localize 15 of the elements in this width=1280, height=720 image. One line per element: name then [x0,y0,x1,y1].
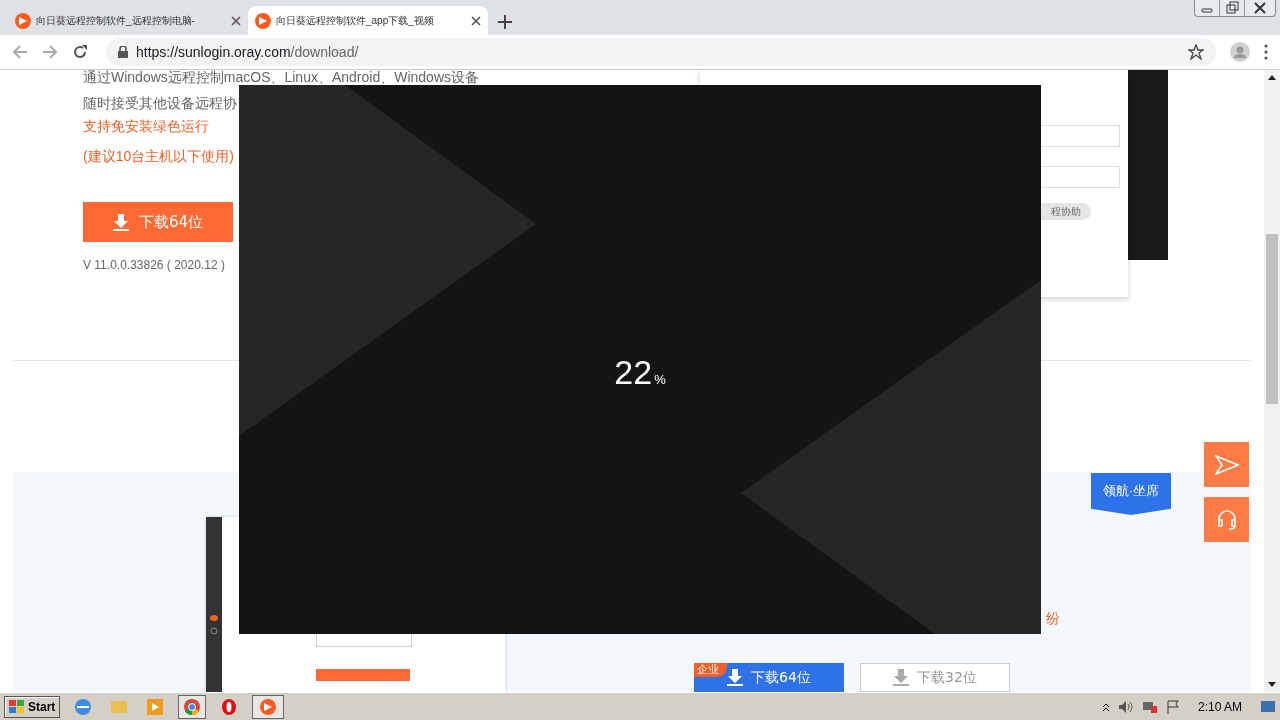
ribbon-badge: 领航·坐席 [1091,473,1171,515]
feature-text: 通过Windows远程控制macOS、Linux、Android、Windows设备 [83,70,480,85]
browser-tab[interactable]: 向日葵远程控制软件_app下载_视频 [248,6,488,35]
clock-text: 2:10 AM [1196,699,1243,714]
feature-text: 随时接受其他设备远程协 [83,94,238,113]
version-text: V 11.0.0.33826 ( 2020.12 ) [83,258,226,272]
progress-text: 22% [613,353,667,392]
enterprise-tag: 企业 [694,663,727,677]
feature-text: 纷 [1046,610,1060,628]
address-bar[interactable]: https://sunlogin.oray.com/download/ [106,38,1216,66]
feature-text: 支持免安装绿色运行 [83,117,210,136]
browser-tab[interactable]: 向日葵远程控制软件_远程控制电脑- [8,6,248,35]
download-button[interactable]: 企业 下载64位 [694,663,844,692]
feature-text: (建议10台主机以下使用) [83,147,235,166]
start-button[interactable]: Start [4,695,61,718]
